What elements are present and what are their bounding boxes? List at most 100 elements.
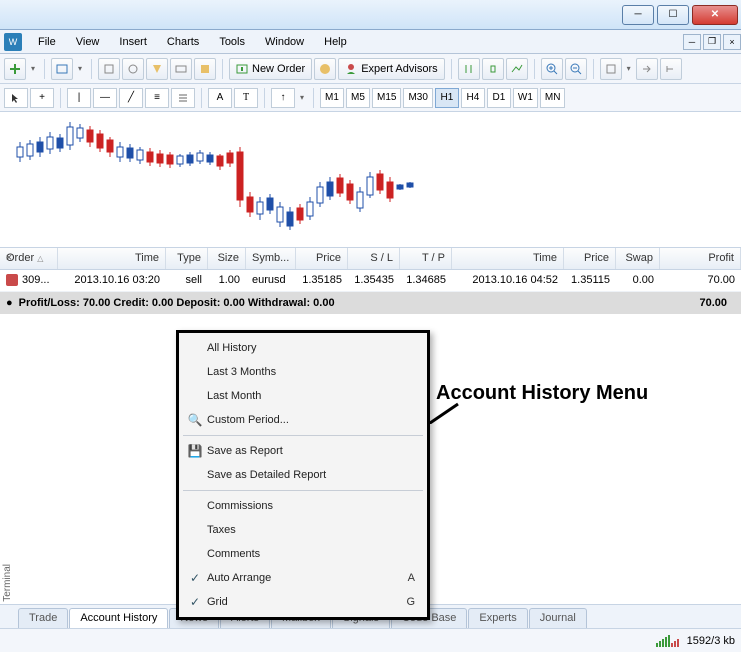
app-icon: W	[4, 33, 22, 51]
status-bar: 1592/3 kb	[0, 628, 741, 652]
strategy-tester-button[interactable]	[194, 58, 216, 80]
trendline-button[interactable]: ╱	[119, 88, 143, 108]
terminal-button[interactable]	[170, 58, 192, 80]
col-tp[interactable]: T / P	[400, 248, 452, 269]
expert-advisors-button[interactable]: Expert Advisors	[338, 58, 444, 80]
connection-signal-icon	[656, 635, 679, 647]
new-order-button[interactable]: New Order	[229, 58, 312, 80]
table-row[interactable]: 309... 2013.10.16 03:20 sell 1.00 eurusd…	[0, 270, 741, 292]
bar-chart-button[interactable]	[458, 58, 480, 80]
dropdown-icon[interactable]: ▾	[297, 93, 307, 102]
dropdown-icon[interactable]: ▾	[75, 64, 85, 73]
autotrading-button[interactable]	[314, 58, 336, 80]
timeframe-h1[interactable]: H1	[435, 88, 459, 108]
price-chart[interactable]	[0, 112, 741, 248]
col-size[interactable]: Size	[208, 248, 246, 269]
window-minimize-button[interactable]	[622, 5, 654, 25]
col-swap[interactable]: Swap	[616, 248, 660, 269]
tab-trade[interactable]: Trade	[18, 608, 68, 628]
menu-comments[interactable]: Comments	[181, 542, 425, 566]
traffic-label: 1592/3 kb	[687, 635, 735, 647]
menu-all-history[interactable]: All History	[181, 336, 425, 360]
tab-experts[interactable]: Experts	[468, 608, 527, 628]
tab-journal[interactable]: Journal	[529, 608, 587, 628]
arrows-button[interactable]: ↑	[271, 88, 295, 108]
profiles-button[interactable]	[51, 58, 73, 80]
check-icon: ✓	[183, 595, 207, 609]
order-type-icon	[6, 274, 18, 286]
panel-close-button[interactable]: ×	[2, 252, 16, 266]
col-price[interactable]: Price	[296, 248, 348, 269]
dropdown-icon[interactable]: ▾	[624, 64, 634, 73]
col-time[interactable]: Time	[58, 248, 166, 269]
crosshair-button[interactable]: +	[30, 88, 54, 108]
text-button[interactable]: A	[208, 88, 232, 108]
drawing-toolbar: + | — ╱ ≡ A T ↑▾ M1 M5 M15 M30 H1 H4 D1 …	[0, 84, 741, 112]
chart-shift-button[interactable]	[636, 58, 658, 80]
dropdown-icon[interactable]: ▾	[28, 64, 38, 73]
window-titlebar	[0, 0, 741, 30]
timeframe-w1[interactable]: W1	[513, 88, 538, 108]
market-watch-button[interactable]	[98, 58, 120, 80]
menu-save-report[interactable]: 💾Save as Report	[181, 439, 425, 463]
menu-file[interactable]: File	[28, 32, 66, 52]
navigator-button[interactable]	[122, 58, 144, 80]
indicators-button[interactable]	[660, 58, 682, 80]
mdi-restore-button[interactable]: ❐	[703, 34, 721, 50]
line-chart-button[interactable]	[506, 58, 528, 80]
mdi-close-button[interactable]: ×	[723, 34, 741, 50]
col-profit[interactable]: Profit	[660, 248, 741, 269]
timeframe-m5[interactable]: M5	[346, 88, 370, 108]
vertical-line-button[interactable]: |	[67, 88, 91, 108]
equidistant-channel-button[interactable]: ≡	[145, 88, 169, 108]
timeframe-mn[interactable]: MN	[540, 88, 566, 108]
summary-row: ● Profit/Loss: 70.00 Credit: 0.00 Deposi…	[0, 292, 741, 314]
menu-grid[interactable]: ✓GridG	[181, 590, 425, 614]
menu-commissions[interactable]: Commissions	[181, 494, 425, 518]
summary-bullet-icon: ●	[6, 297, 13, 309]
candlestick-button[interactable]	[482, 58, 504, 80]
timeframe-d1[interactable]: D1	[487, 88, 511, 108]
check-icon: ✓	[183, 571, 207, 585]
horizontal-line-button[interactable]: —	[93, 88, 117, 108]
menu-last-3-months[interactable]: Last 3 Months	[181, 360, 425, 384]
col-time2[interactable]: Time	[452, 248, 564, 269]
window-close-button[interactable]	[692, 5, 738, 25]
candlestick-chart-icon	[0, 112, 741, 248]
mdi-minimize-button[interactable]: ─	[683, 34, 701, 50]
menu-last-month[interactable]: Last Month	[181, 384, 425, 408]
data-window-button[interactable]	[146, 58, 168, 80]
zoom-out-button[interactable]	[565, 58, 587, 80]
auto-scroll-button[interactable]	[600, 58, 622, 80]
menu-custom-period[interactable]: 🔍Custom Period...	[181, 408, 425, 432]
col-symbol[interactable]: Symb...	[246, 248, 296, 269]
menu-charts[interactable]: Charts	[157, 32, 209, 52]
timeframe-m30[interactable]: M30	[403, 88, 432, 108]
terminal-label: Terminal	[2, 564, 13, 602]
menu-help[interactable]: Help	[314, 32, 357, 52]
account-history-context-menu: All History Last 3 Months Last Month 🔍Cu…	[176, 330, 430, 620]
annotation-label: Account History Menu	[436, 382, 648, 405]
zoom-in-button[interactable]	[541, 58, 563, 80]
menu-auto-arrange[interactable]: ✓Auto ArrangeA	[181, 566, 425, 590]
menu-view[interactable]: View	[66, 32, 110, 52]
new-chart-button[interactable]	[4, 58, 26, 80]
menu-window[interactable]: Window	[255, 32, 314, 52]
col-type[interactable]: Type	[166, 248, 208, 269]
col-sl[interactable]: S / L	[348, 248, 400, 269]
menu-bar: W File View Insert Charts Tools Window H…	[0, 30, 741, 54]
tab-account-history[interactable]: Account History	[69, 608, 168, 628]
menu-taxes[interactable]: Taxes	[181, 518, 425, 542]
col-price2[interactable]: Price	[564, 248, 616, 269]
timeframe-m1[interactable]: M1	[320, 88, 344, 108]
window-maximize-button[interactable]	[657, 5, 689, 25]
timeframe-h4[interactable]: H4	[461, 88, 485, 108]
cursor-button[interactable]	[4, 88, 28, 108]
fibonacci-button[interactable]	[171, 88, 195, 108]
text-label-button[interactable]: T	[234, 88, 258, 108]
menu-insert[interactable]: Insert	[109, 32, 157, 52]
menu-tools[interactable]: Tools	[209, 32, 255, 52]
timeframe-m15[interactable]: M15	[372, 88, 401, 108]
menu-save-detailed-report[interactable]: Save as Detailed Report	[181, 463, 425, 487]
calendar-icon: 🔍	[183, 413, 207, 427]
